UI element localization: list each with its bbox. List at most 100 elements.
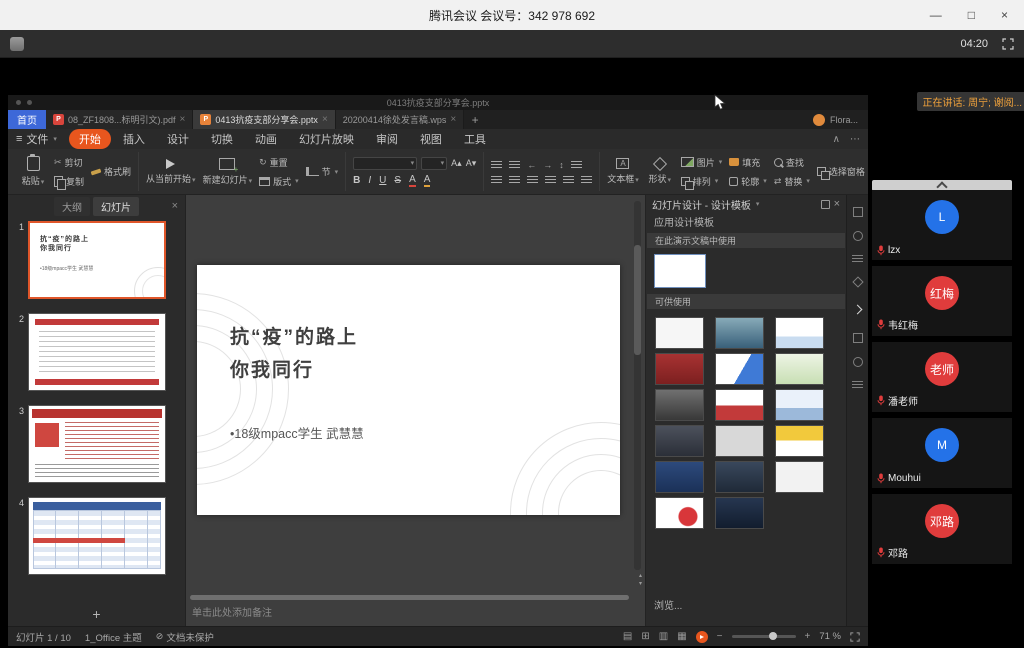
- collapse-ribbon-icon[interactable]: ∧: [833, 134, 840, 145]
- tab-close-icon[interactable]: ×: [322, 114, 328, 125]
- animation-panel-icon[interactable]: [852, 255, 863, 264]
- next-slide-button[interactable]: ▾: [639, 581, 642, 588]
- replace-button[interactable]: ⇄替换▾: [774, 175, 810, 188]
- doc-tab-pdf[interactable]: P 08_ZF1808...标明引文).pdf ×: [46, 110, 193, 129]
- design-template-thumb[interactable]: [655, 425, 704, 457]
- align-right-icon[interactable]: [527, 176, 538, 184]
- design-template-thumb[interactable]: [655, 353, 704, 385]
- tab-close-icon[interactable]: ×: [180, 114, 186, 125]
- menu-item-0[interactable]: 开始: [69, 129, 111, 149]
- video-tile[interactable]: L lzx: [872, 190, 1012, 260]
- doc-tab-pptx-active[interactable]: P 0413抗疫支部分享会.pptx ×: [193, 110, 335, 129]
- collapse-panel-arrow-icon[interactable]: [853, 305, 863, 315]
- zoom-slider-thumb[interactable]: [769, 632, 777, 640]
- justify-icon[interactable]: [545, 176, 556, 184]
- help-panel-icon[interactable]: [853, 357, 863, 367]
- fill-button[interactable]: 填充: [729, 156, 767, 169]
- paste-button[interactable]: 粘贴▾: [19, 156, 47, 187]
- align-left-icon[interactable]: [491, 176, 502, 184]
- horizontal-scrollbar[interactable]: [190, 595, 629, 600]
- distribute-icon[interactable]: [581, 176, 592, 184]
- chart-panel-icon[interactable]: [853, 333, 863, 343]
- browse-templates-link[interactable]: 浏览...: [654, 597, 682, 612]
- slide-3-preview[interactable]: [28, 405, 166, 483]
- normal-view-icon[interactable]: ▤: [623, 631, 632, 642]
- play-from-current-button[interactable]: 从当前开始▾: [146, 159, 196, 185]
- zoom-out-button[interactable]: −: [717, 631, 723, 642]
- account-name[interactable]: Flora...: [830, 115, 858, 125]
- new-tab-button[interactable]: +: [464, 110, 486, 129]
- align-center-icon[interactable]: [509, 176, 520, 184]
- design-template-thumb[interactable]: [775, 461, 824, 493]
- copy-button[interactable]: 复制: [54, 175, 84, 188]
- menu-item-2[interactable]: 设计: [157, 129, 199, 149]
- close-button[interactable]: ×: [1001, 8, 1008, 22]
- design-template-thumb[interactable]: [655, 317, 704, 349]
- reading-view-icon[interactable]: ▦: [677, 631, 686, 642]
- video-tile[interactable]: 红梅 韦红梅: [872, 266, 1012, 336]
- design-template-thumb[interactable]: [715, 425, 764, 457]
- doc-tab-wps[interactable]: W 20200414徐处发言稿.wps ×: [336, 110, 464, 129]
- more-options-icon[interactable]: ⋯: [850, 134, 860, 145]
- design-template-thumb[interactable]: [655, 461, 704, 493]
- new-slide-button[interactable]: 新建幻灯片▾: [203, 158, 253, 186]
- properties-panel-icon[interactable]: [853, 207, 863, 217]
- tab-close-icon[interactable]: ×: [450, 114, 456, 125]
- reset-button[interactable]: ↻重置: [259, 156, 299, 169]
- account-avatar[interactable]: [813, 114, 825, 126]
- grow-font-button[interactable]: A▴: [451, 158, 462, 169]
- text-direction-icon[interactable]: [571, 161, 582, 169]
- tab-slides[interactable]: 幻灯片: [93, 197, 139, 216]
- slide-thumbnail-3[interactable]: 3: [14, 405, 185, 483]
- shape-button[interactable]: 形状▾: [646, 159, 674, 185]
- arrange-button[interactable]: 排列▾: [681, 175, 723, 188]
- protection-status[interactable]: ⊘文档未保护: [156, 630, 214, 644]
- bold-button[interactable]: B: [353, 175, 360, 186]
- section-button[interactable]: 节▾: [306, 165, 339, 178]
- menu-item-1[interactable]: 插入: [113, 129, 155, 149]
- slide-subtitle[interactable]: •18级mpacc学生 武慧慧: [230, 423, 364, 442]
- design-template-thumb[interactable]: [775, 317, 824, 349]
- fullscreen-icon[interactable]: [1002, 38, 1014, 50]
- underline-button[interactable]: U: [379, 175, 386, 186]
- panel-close-icon[interactable]: ×: [172, 200, 178, 212]
- line-spacing-icon[interactable]: ↕: [559, 160, 564, 170]
- notes-placeholder[interactable]: 单击此处添加备注: [192, 604, 272, 619]
- current-slide[interactable]: 抗“疫”的路上你我同行 •18级mpacc学生 武慧慧: [197, 265, 620, 515]
- font-color-button[interactable]: A: [409, 175, 416, 187]
- design-tools-icon[interactable]: [852, 276, 863, 287]
- comment-panel-icon[interactable]: [853, 231, 863, 241]
- tab-outline[interactable]: 大纲: [54, 197, 90, 216]
- media-panel-icon[interactable]: [852, 381, 863, 390]
- textbox-button[interactable]: 文本框▾: [607, 158, 639, 185]
- design-template-thumb[interactable]: [655, 497, 704, 529]
- italic-button[interactable]: I: [368, 175, 371, 186]
- menu-item-6[interactable]: 审阅: [366, 129, 408, 149]
- template-in-use-thumb[interactable]: [654, 254, 706, 288]
- design-template-thumb[interactable]: [715, 461, 764, 493]
- design-template-thumb[interactable]: [715, 389, 764, 421]
- design-template-thumb[interactable]: [775, 425, 824, 457]
- chevron-down-icon[interactable]: ▾: [756, 200, 760, 208]
- strikethrough-button[interactable]: S: [394, 175, 401, 186]
- picture-button[interactable]: 图片▾: [681, 156, 723, 169]
- maximize-button[interactable]: □: [968, 8, 975, 22]
- prev-slide-button[interactable]: ▴: [639, 573, 642, 580]
- design-template-thumb[interactable]: [775, 389, 824, 421]
- outline-button[interactable]: 轮廓▾: [729, 175, 767, 188]
- design-template-thumb[interactable]: [775, 353, 824, 385]
- slide-2-preview[interactable]: [28, 313, 166, 391]
- slide-thumbnail-4[interactable]: 4: [14, 497, 185, 575]
- menu-item-5[interactable]: 幻灯片放映: [289, 129, 364, 149]
- design-template-thumb[interactable]: [655, 389, 704, 421]
- slide-thumbnail-2[interactable]: 2: [14, 313, 185, 391]
- slide-thumbnail-1[interactable]: 1 抗“疫”的路上你我同行 •18级mpacc学生 武慧慧: [14, 221, 185, 299]
- design-template-thumb[interactable]: [715, 317, 764, 349]
- find-button[interactable]: 查找: [774, 156, 810, 169]
- font-size-select[interactable]: ▾: [421, 157, 447, 170]
- slide-1-preview[interactable]: 抗“疫”的路上你我同行 •18级mpacc学生 武慧慧: [28, 221, 166, 299]
- wps-home-tab[interactable]: 首页: [8, 110, 46, 129]
- slide-sorter-view-icon[interactable]: ⊞: [641, 631, 649, 642]
- zoom-slider[interactable]: [732, 635, 796, 638]
- format-painter-button[interactable]: 格式刷: [91, 165, 131, 178]
